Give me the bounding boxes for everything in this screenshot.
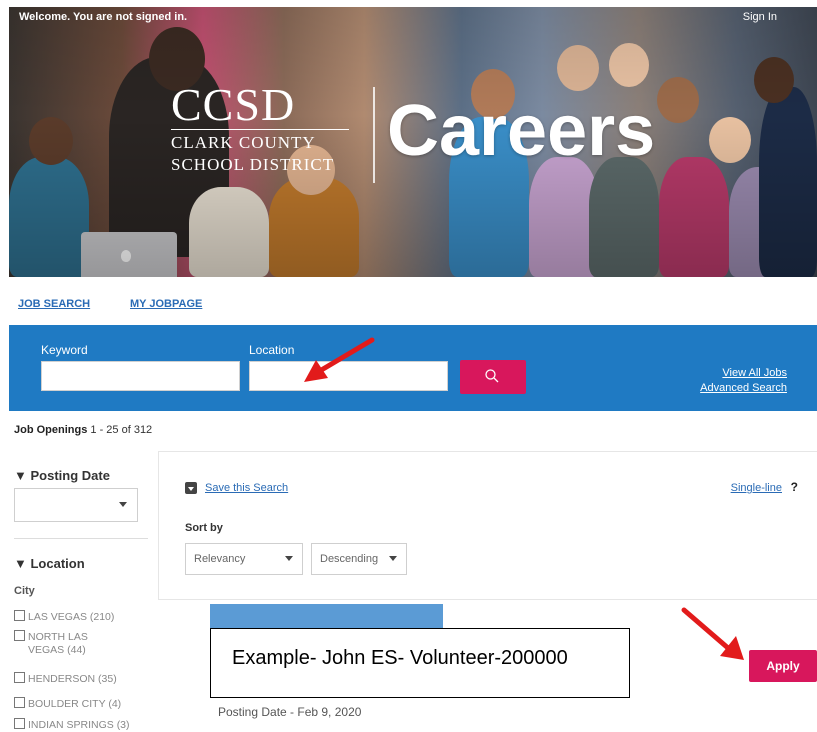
single-line-link[interactable]: Single-line	[731, 482, 782, 494]
city-option-henderson[interactable]: HENDERSON (35)	[14, 672, 117, 686]
chevron-down-icon	[389, 556, 397, 561]
posting-date-text: Posting Date - Feb 9, 2020	[218, 705, 362, 719]
city-option-las-vegas[interactable]: LAS VEGAS (210)	[14, 610, 114, 624]
search-icon	[485, 369, 499, 383]
advanced-search-link[interactable]: Advanced Search	[700, 382, 787, 394]
welcome-text: Welcome. You are not signed in.	[19, 11, 188, 23]
results-panel: Save this Search Single-line ? Sort by R…	[158, 451, 817, 600]
checkbox[interactable]	[14, 610, 25, 621]
help-icon[interactable]: ?	[791, 480, 798, 494]
job-openings-count: Job Openings 1 - 25 of 312	[14, 424, 153, 436]
location-label: Location	[249, 343, 295, 357]
view-all-jobs-link[interactable]: View All Jobs	[722, 367, 787, 379]
search-button[interactable]	[460, 360, 526, 394]
red-arrow-location	[304, 337, 375, 382]
checkbox[interactable]	[14, 672, 25, 683]
job-title-highlight[interactable]	[210, 604, 443, 628]
logo-subtitle-2: SCHOOL DISTRICT	[171, 155, 335, 174]
location-filter-title[interactable]: ▼ Location	[14, 556, 85, 571]
apply-button[interactable]: Apply	[749, 650, 817, 682]
chevron-down-icon	[119, 502, 127, 507]
save-search-link[interactable]: Save this Search	[205, 482, 288, 494]
nav-my-jobpage[interactable]: MY JOBPAGE	[130, 298, 202, 310]
posting-date-select[interactable]	[14, 488, 138, 522]
city-option-boulder-city[interactable]: BOULDER CITY (4)	[14, 697, 121, 711]
keyword-label: Keyword	[41, 343, 88, 357]
sort-order-select[interactable]: Descending	[311, 543, 407, 575]
sign-in-link[interactable]: Sign In	[743, 11, 777, 23]
job-title-example-box[interactable]: Example- John ES- Volunteer-200000	[210, 628, 630, 698]
posting-date-filter-title[interactable]: ▼ Posting Date	[14, 468, 110, 483]
nav-job-search[interactable]: JOB SEARCH	[18, 298, 90, 310]
checkbox[interactable]	[14, 718, 25, 729]
checkbox[interactable]	[14, 697, 25, 708]
city-option-indian-springs[interactable]: INDIAN SPRINGS (3)	[14, 718, 130, 732]
ccsd-logo: CCSD	[171, 79, 296, 130]
city-option-north-las-vegas[interactable]: NORTH LAS VEGAS (44)	[14, 630, 88, 657]
keyword-input[interactable]	[41, 361, 240, 391]
careers-title: Careers	[387, 91, 656, 171]
red-arrow-apply	[681, 607, 744, 660]
sort-field-select[interactable]: Relevancy	[185, 543, 303, 575]
sort-by-label: Sort by	[185, 522, 223, 534]
checkbox[interactable]	[14, 630, 25, 641]
logo-subtitle-1: CLARK COUNTY	[171, 133, 316, 152]
save-icon[interactable]	[185, 482, 197, 494]
city-label: City	[14, 585, 35, 597]
chevron-down-icon	[285, 556, 293, 561]
job-title-example: Example- John ES- Volunteer-200000	[232, 647, 568, 669]
hero-banner: Welcome. You are not signed in. Sign In …	[9, 7, 817, 277]
search-bar: Keyword Location View All Jobs Advanced …	[9, 325, 817, 411]
